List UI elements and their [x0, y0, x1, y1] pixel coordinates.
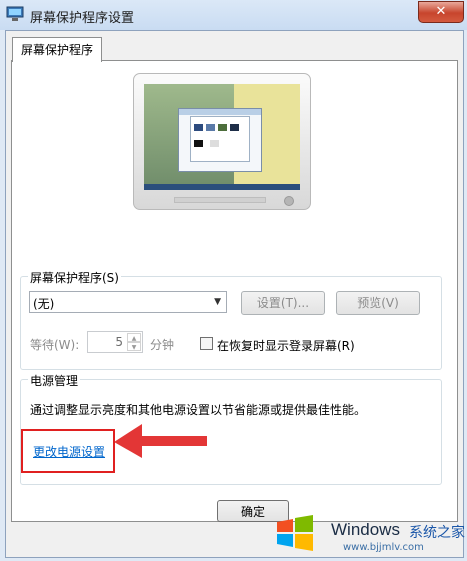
annotation-highlight-box: [21, 429, 115, 473]
wait-label: 等待(W):: [30, 338, 80, 352]
annotation-arrow-icon: [114, 424, 207, 458]
stepper-down-icon[interactable]: ▼: [127, 342, 141, 351]
preview-button[interactable]: 预览(V): [336, 291, 420, 315]
watermark-cn: 系统之家: [409, 525, 465, 541]
windows-logo-icon: [277, 515, 313, 551]
wait-value: 5: [115, 335, 123, 349]
screensaver-select[interactable]: (无) ▼: [29, 291, 227, 313]
screensaver-selected-value: (无): [33, 297, 55, 311]
screensaver-group-title: 屏幕保护程序(S): [28, 269, 121, 286]
chevron-down-icon: ▼: [214, 297, 221, 307]
tab-screensaver[interactable]: 屏幕保护程序: [12, 37, 102, 62]
close-button[interactable]: ✕: [418, 1, 464, 23]
wait-minutes-stepper[interactable]: 5 ▲ ▼: [87, 331, 143, 353]
stepper-up-icon[interactable]: ▲: [127, 333, 141, 342]
monitor-preview: [133, 73, 311, 210]
power-button-icon: [284, 196, 294, 206]
window-title: 屏幕保护程序设置: [30, 11, 135, 26]
minutes-label: 分钟: [150, 338, 175, 352]
resume-login-checkbox[interactable]: [200, 337, 213, 350]
watermark-url: www.bjjmlv.com: [343, 542, 424, 553]
power-group-title: 电源管理: [28, 372, 81, 389]
settings-button[interactable]: 设置(T)...: [241, 291, 325, 315]
resume-login-label[interactable]: 在恢复时显示登录屏幕(R): [217, 337, 355, 354]
power-description: 通过调整显示亮度和其他电源设置以节省能源或提供最佳性能。: [30, 403, 367, 417]
watermark: Windows 系统之家 www.bjjmlv.com: [275, 508, 465, 558]
watermark-brand: Windows: [331, 520, 400, 539]
screen-preview: [144, 84, 300, 190]
title-bar: 屏幕保护程序设置 ✕: [0, 0, 467, 30]
screensaver-app-icon: [6, 6, 24, 21]
